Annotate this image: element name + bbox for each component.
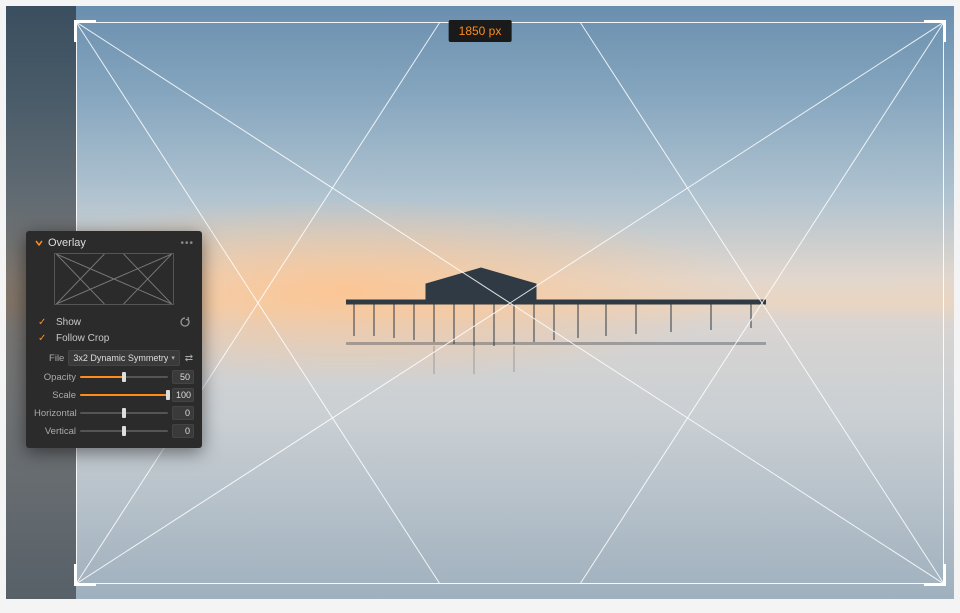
crop-handle-tl[interactable] bbox=[74, 20, 96, 42]
overlay-panel[interactable]: Overlay ••• ✓ Show ✓ Follow Crop bbox=[26, 231, 202, 448]
show-checkbox-row[interactable]: ✓ Show bbox=[34, 313, 194, 331]
opacity-value[interactable]: 50 bbox=[172, 370, 194, 384]
scale-slider-row: Scale 100 bbox=[34, 388, 194, 402]
show-label: Show bbox=[56, 317, 178, 328]
opacity-label: Opacity bbox=[34, 372, 76, 383]
check-icon: ✓ bbox=[38, 333, 50, 344]
overlay-preview bbox=[54, 253, 174, 305]
vertical-slider-row: Vertical 0 bbox=[34, 424, 194, 438]
scale-value[interactable]: 100 bbox=[172, 388, 194, 402]
horizontal-slider[interactable] bbox=[80, 407, 168, 419]
horizontal-value[interactable]: 0 bbox=[172, 406, 194, 420]
swap-orientation-icon[interactable]: ⇄ bbox=[184, 353, 194, 364]
opacity-slider-row: Opacity 50 bbox=[34, 370, 194, 384]
file-field-row: File 3x2 Dynamic Symmetry ▾ ⇄ bbox=[34, 350, 194, 366]
file-label: File bbox=[34, 353, 64, 364]
follow-crop-label: Follow Crop bbox=[56, 333, 192, 344]
crop-region[interactable] bbox=[76, 22, 944, 584]
editor-viewport: 1850 px Overlay ••• bbox=[6, 6, 954, 599]
crop-handle-tr[interactable] bbox=[924, 20, 946, 42]
scale-slider[interactable] bbox=[80, 389, 168, 401]
vertical-value[interactable]: 0 bbox=[172, 424, 194, 438]
scale-label: Scale bbox=[34, 390, 76, 401]
crop-width-badge: 1850 px bbox=[449, 20, 512, 42]
dynamic-symmetry-overlay bbox=[76, 22, 944, 584]
horizontal-label: Horizontal bbox=[34, 408, 76, 419]
vertical-label: Vertical bbox=[34, 426, 76, 437]
opacity-slider[interactable] bbox=[80, 371, 168, 383]
chevron-down-icon bbox=[34, 238, 44, 248]
check-icon: ✓ bbox=[38, 317, 50, 328]
follow-crop-checkbox-row[interactable]: ✓ Follow Crop bbox=[34, 331, 194, 346]
panel-menu-icon[interactable]: ••• bbox=[180, 238, 194, 249]
crop-handle-br[interactable] bbox=[924, 564, 946, 586]
dropdown-arrow-icon: ▾ bbox=[171, 354, 175, 362]
overlay-panel-header[interactable]: Overlay ••• bbox=[34, 237, 194, 249]
crop-handle-bl[interactable] bbox=[74, 564, 96, 586]
file-dropdown[interactable]: 3x2 Dynamic Symmetry ▾ bbox=[68, 350, 180, 366]
overlay-panel-title: Overlay bbox=[48, 237, 180, 249]
reset-icon[interactable] bbox=[178, 315, 192, 329]
file-dropdown-value: 3x2 Dynamic Symmetry bbox=[73, 353, 168, 363]
vertical-slider[interactable] bbox=[80, 425, 168, 437]
horizontal-slider-row: Horizontal 0 bbox=[34, 406, 194, 420]
